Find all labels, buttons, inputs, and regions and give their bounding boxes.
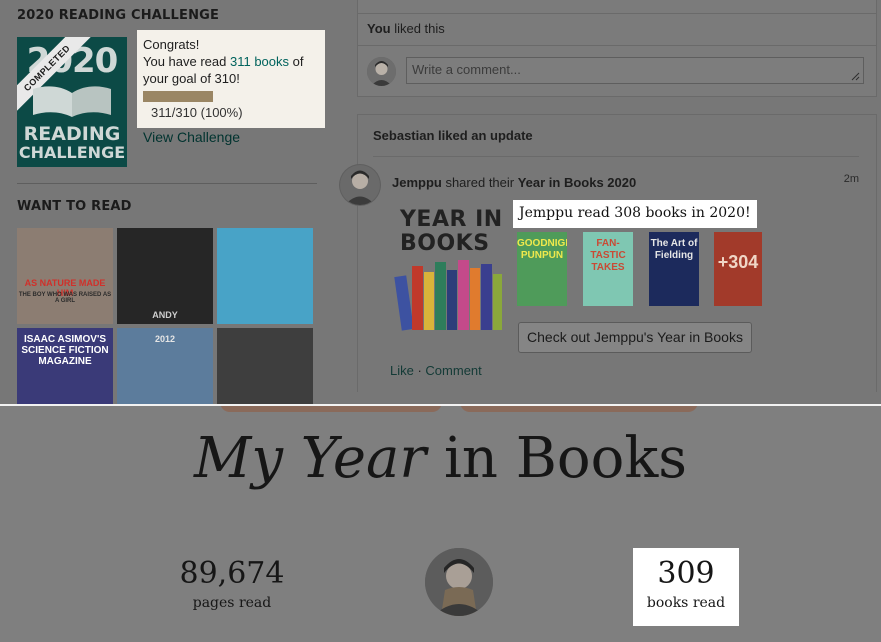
reading-challenge-heading: 2020 READING CHALLENGE bbox=[17, 8, 220, 23]
card-divider bbox=[358, 45, 876, 46]
books-read-link[interactable]: 311 books bbox=[230, 54, 289, 69]
pages-read-value: 89,674 bbox=[179, 556, 285, 591]
year-in-books-thumbnail[interactable]: GOODNIGHT PUNPUN bbox=[517, 232, 567, 306]
jemppu-avatar[interactable] bbox=[340, 165, 380, 205]
activity-timestamp: 2m bbox=[843, 173, 859, 185]
pages-read-label: pages read bbox=[192, 595, 272, 611]
challenge-progress-text: 311/310 (100%) bbox=[151, 105, 243, 120]
decor-strip-left bbox=[220, 406, 442, 412]
update-card-heading: Sebastian liked an update bbox=[373, 128, 533, 143]
books-read-highlight: Jemppu read 308 books in 2020! bbox=[513, 200, 757, 228]
year-in-books-thumbnail[interactable]: FAN-TASTIC TAKES bbox=[583, 232, 633, 306]
badge-line-challenge: CHALLENGE bbox=[18, 143, 126, 162]
cover-title: ISAAC ASIMOV'S SCIENCE FICTION MAGAZINE bbox=[21, 334, 109, 367]
badge-line-reading: READING bbox=[23, 123, 121, 145]
year-in-books-thumbnail[interactable]: +304 bbox=[714, 232, 762, 306]
card-divider bbox=[358, 13, 876, 14]
my-year-in-books-title: My Year in Books bbox=[0, 426, 881, 491]
want-to-read-cover[interactable]: ISAAC ASIMOV'S SCIENCE FICTION MAGAZINE bbox=[17, 328, 113, 404]
activity-actor-line: Jemppu shared their Year in Books 2020 bbox=[392, 175, 636, 190]
challenge-progress-bar bbox=[143, 91, 213, 102]
view-challenge-link[interactable]: View Challenge bbox=[143, 129, 240, 145]
comment-input[interactable]: Write a comment... bbox=[406, 57, 864, 84]
cover-title: ANDY bbox=[152, 310, 178, 320]
liked-this-label: liked this bbox=[390, 21, 445, 36]
cover-subtitle: THE BOY WHO WAS RAISED AS A GIRL bbox=[18, 292, 112, 304]
want-to-read-cover[interactable]: AS NATURE MADE HIM THE BOY WHO WAS RAISED… bbox=[17, 228, 113, 324]
you-liked-line: You liked this bbox=[367, 21, 445, 36]
want-to-read-cover[interactable] bbox=[217, 228, 313, 324]
want-to-read-cover[interactable]: 2012 bbox=[117, 328, 213, 404]
thumbnail-label: GOODNIGHT PUNPUN bbox=[517, 238, 567, 261]
year-in-books-link[interactable]: Year in Books 2020 bbox=[518, 175, 637, 190]
year-in-books-thumbnail[interactable]: The Art of Fielding bbox=[649, 232, 699, 306]
goal-line: your goal of 310! bbox=[143, 71, 240, 86]
cover-title: 2012 bbox=[154, 334, 176, 344]
left-sidebar: 2020 READING CHALLENGE 2020 COMPLETED RE… bbox=[0, 0, 335, 404]
user-avatar-image bbox=[367, 57, 396, 86]
books-read-prefix: You have read bbox=[143, 54, 230, 69]
reading-challenge-badge[interactable]: 2020 COMPLETED READING CHALLENGE bbox=[17, 37, 127, 167]
comment-placeholder: Write a comment... bbox=[412, 62, 521, 77]
actor-action-text: shared their bbox=[441, 175, 518, 190]
want-to-read-cover[interactable]: ANDY bbox=[117, 228, 213, 324]
books-read-line: You have read 311 books of bbox=[143, 53, 319, 70]
want-to-read-cover[interactable] bbox=[217, 328, 313, 404]
jemppu-avatar-image bbox=[340, 165, 380, 205]
resize-grip-icon[interactable] bbox=[850, 71, 860, 81]
title-italic-part: My Year bbox=[193, 426, 427, 491]
news-feed: You liked this Write a comment... Sebast… bbox=[339, 0, 877, 404]
thumbnail-label: The Art of Fielding bbox=[650, 238, 698, 261]
thumbnail-label: +304 bbox=[717, 252, 759, 272]
books-read-label: books read bbox=[646, 595, 726, 611]
user-avatar[interactable] bbox=[367, 57, 396, 86]
challenge-progress-fill bbox=[143, 91, 213, 102]
decor-strip-right bbox=[460, 406, 698, 412]
comment-link[interactable]: Comment bbox=[425, 363, 481, 378]
year-in-books-cta-button[interactable]: Check out Jemppu's Year in Books bbox=[518, 322, 752, 353]
year-in-books-heading: YEAR IN BOOKS bbox=[400, 208, 503, 256]
book-stack-illustration bbox=[394, 260, 502, 331]
profile-avatar bbox=[425, 548, 493, 616]
update-card-divider bbox=[373, 156, 859, 157]
goodreads-home-panel: 2020 READING CHALLENGE 2020 COMPLETED RE… bbox=[0, 0, 881, 404]
thumbnail-label: FAN-TASTIC TAKES bbox=[590, 238, 626, 273]
you-label: You bbox=[367, 21, 391, 36]
yib-heading-line1: YEAR IN bbox=[400, 207, 503, 232]
books-read-value: 309 bbox=[657, 556, 715, 591]
like-link[interactable]: Like bbox=[390, 363, 414, 378]
want-to-read-heading: WANT TO READ bbox=[17, 199, 132, 214]
profile-avatar-image bbox=[425, 548, 493, 616]
open-book-icon bbox=[33, 86, 111, 117]
actor-name-link[interactable]: Jemppu bbox=[392, 175, 442, 190]
title-rest-part: in Books bbox=[426, 426, 688, 491]
sidebar-divider bbox=[17, 183, 317, 184]
liked-card: You liked this Write a comment... bbox=[357, 0, 877, 97]
yib-heading-line2: BOOKS bbox=[400, 231, 490, 256]
books-read-suffix: of bbox=[289, 54, 304, 69]
action-separator: · bbox=[413, 363, 426, 378]
challenge-congrats-box: Congrats! You have read 311 books of you… bbox=[137, 30, 325, 128]
congrats-line: Congrats! bbox=[143, 37, 200, 52]
like-comment-actions: Like · Comment bbox=[390, 363, 482, 378]
my-year-in-books-panel: My Year in Books 89,674 pages read 309 b… bbox=[0, 406, 881, 642]
